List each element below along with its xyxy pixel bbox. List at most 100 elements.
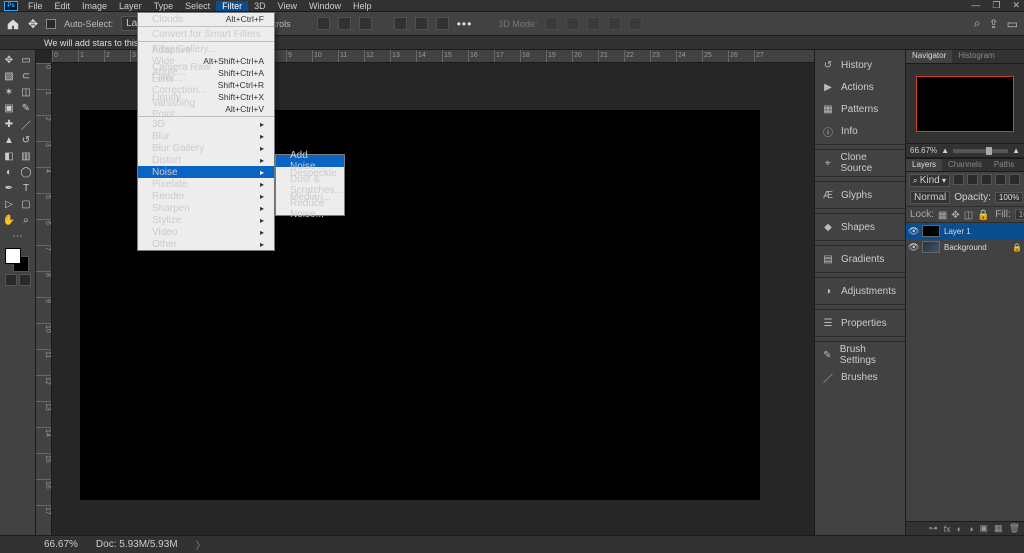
zoom-out-icon[interactable]: ▲ (941, 146, 949, 155)
menu-layer[interactable]: Layer (113, 1, 148, 11)
lock-artboard-icon[interactable]: ◫ (964, 210, 973, 220)
brush-tool[interactable]: ／ (18, 116, 35, 132)
gradient-tool[interactable]: ▥ (18, 148, 35, 164)
maximize-button[interactable]: ❐ (992, 0, 1000, 11)
history-brush-tool[interactable]: ↺ (18, 132, 35, 148)
menu-item-sharpen[interactable]: Sharpen (138, 202, 274, 214)
menu-image[interactable]: Image (76, 1, 113, 11)
menu-item-render[interactable]: Render (138, 190, 274, 202)
zoom-slider[interactable] (953, 149, 1008, 153)
status-more-icon[interactable]: 〉 (196, 537, 206, 552)
menu-filter[interactable]: Filter (216, 1, 248, 11)
panel-shapes[interactable]: ◆Shapes (815, 216, 905, 238)
panel-info[interactable]: ⓘInfo (815, 120, 905, 142)
workspace-icon[interactable]: ▭ (1007, 17, 1018, 31)
align-icon[interactable] (338, 17, 351, 30)
menu-3d[interactable]: 3D (248, 1, 272, 11)
edit-toolbar[interactable]: ⋯ (1, 228, 35, 244)
tab-navigator[interactable]: Navigator (906, 50, 952, 63)
menu-help[interactable]: Help (347, 1, 378, 11)
tab-histogram[interactable]: Histogram (952, 50, 1000, 63)
eraser-tool[interactable]: ◧ (1, 148, 18, 164)
visibility-icon[interactable]: 👁 (908, 226, 918, 237)
layer-name[interactable]: Background (944, 243, 1008, 252)
menu-file[interactable]: File (22, 1, 49, 11)
dodge-tool[interactable]: ◯ (18, 164, 35, 180)
tab-paths[interactable]: Paths (988, 159, 1020, 171)
status-zoom[interactable]: 66.67% (44, 539, 78, 550)
lock-position-icon[interactable]: ✥ (951, 210, 959, 220)
heal-tool[interactable]: ✚ (1, 116, 18, 132)
menu-item-video[interactable]: Video (138, 226, 274, 238)
layer-filter-kind[interactable]: ⌕ Kind ▾ (909, 174, 950, 187)
stamp-tool[interactable]: ▲ (1, 132, 18, 148)
auto-select-checkbox[interactable] (46, 19, 56, 29)
adjustment-icon[interactable]: ◑ (968, 524, 973, 534)
move-tool[interactable]: ✥ (1, 52, 18, 68)
menu-item-convert-for-smart-filters[interactable]: Convert for Smart Filters (138, 28, 274, 40)
panel-gradients[interactable]: ▤Gradients (815, 248, 905, 270)
artboard-tool[interactable]: ▭ (18, 52, 35, 68)
menu-item-lens-correction[interactable]: Lens Correction...Shift+Ctrl+R (138, 79, 274, 91)
menu-item-blur-gallery[interactable]: Blur Gallery (138, 142, 274, 154)
panel-actions[interactable]: ▶Actions (815, 76, 905, 98)
layer-thumbnail[interactable] (922, 225, 940, 237)
blend-mode-dropdown[interactable]: Normal (910, 191, 950, 204)
pen-tool[interactable]: ✒ (1, 180, 18, 196)
mode3d-icon[interactable] (587, 17, 600, 30)
visibility-icon[interactable]: 👁 (908, 242, 918, 253)
filter-icon[interactable] (1009, 174, 1020, 185)
path-tool[interactable]: ▷ (1, 196, 18, 212)
menu-item-pixelate[interactable]: Pixelate (138, 178, 274, 190)
tab-channels[interactable]: Channels (942, 159, 988, 171)
lock-all-icon[interactable]: 🔒 (977, 210, 987, 220)
zoom-in-icon[interactable]: ▲ (1012, 146, 1020, 155)
layer-row[interactable]: 👁Background🔒 (906, 239, 1024, 255)
filter-icon[interactable] (967, 174, 978, 185)
panel-history[interactable]: ↺History (815, 54, 905, 76)
menu-view[interactable]: View (272, 1, 303, 11)
panel-adjustments[interactable]: ◑Adjustments (815, 280, 905, 302)
mask-icon[interactable]: ◐ (957, 524, 962, 534)
layer-row[interactable]: 👁 Layer 1 (906, 223, 1024, 239)
panel-properties[interactable]: ☰Properties (815, 312, 905, 334)
menu-window[interactable]: Window (303, 1, 347, 11)
panel-clone-source[interactable]: ⌖Clone Source (815, 152, 905, 174)
mode3d-icon[interactable] (608, 17, 621, 30)
layer-name[interactable]: Layer 1 (944, 227, 1022, 236)
panel-glyphs[interactable]: ÆGlyphs (815, 184, 905, 206)
navigator-thumbnail[interactable] (916, 76, 1014, 132)
menu-item-3d[interactable]: 3D (138, 118, 274, 130)
opacity-field[interactable]: 100% (995, 192, 1023, 203)
share-icon[interactable]: ⇪ (989, 17, 999, 31)
tab-layers[interactable]: Layers (906, 159, 942, 171)
type-tool[interactable]: T (18, 180, 35, 196)
marquee-tool[interactable]: ▧ (1, 68, 18, 84)
menu-item-distort[interactable]: Distort (138, 154, 274, 166)
menu-item-other[interactable]: Other (138, 238, 274, 250)
fill-field[interactable]: 100% (1015, 209, 1024, 220)
distribute-icon[interactable] (436, 17, 449, 30)
mode3d-icon[interactable] (629, 17, 642, 30)
menu-item-reduce-noise[interactable]: Reduce Noise... (276, 203, 344, 215)
more-icon[interactable]: ••• (457, 17, 473, 31)
shape-tool[interactable]: ▢ (18, 196, 35, 212)
menu-item-blur[interactable]: Blur (138, 130, 274, 142)
menu-item-clouds[interactable]: CloudsAlt+Ctrl+F (138, 13, 274, 25)
hand-tool[interactable]: ✋ (1, 212, 18, 228)
blur-tool[interactable]: ◐ (1, 164, 18, 180)
crop-tool[interactable]: ◫ (18, 84, 35, 100)
panel-brush-settings[interactable]: ✎Brush Settings (815, 344, 905, 366)
filter-icon[interactable] (995, 174, 1006, 185)
wand-tool[interactable]: ✶ (1, 84, 18, 100)
lasso-tool[interactable]: ⊂ (18, 68, 35, 84)
minimize-button[interactable]: — (971, 0, 980, 11)
status-doc-size[interactable]: Doc: 5.93M/5.93M (96, 539, 178, 550)
new-layer-icon[interactable]: ▦ (994, 523, 1003, 534)
menu-type[interactable]: Type (148, 1, 180, 11)
filter-icon[interactable] (981, 174, 992, 185)
search-icon[interactable]: ⌕ (974, 16, 981, 31)
menu-select[interactable]: Select (179, 1, 216, 11)
menu-item-noise[interactable]: Noise (138, 166, 274, 178)
link-layers-icon[interactable]: ⊶ (929, 523, 938, 534)
